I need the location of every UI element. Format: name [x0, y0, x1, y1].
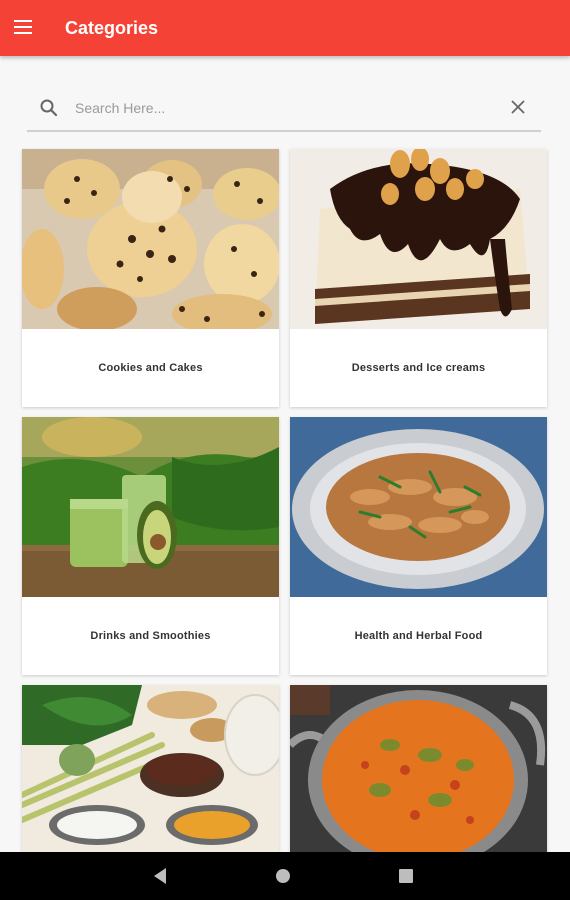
app-bar: Categories	[0, 0, 570, 56]
search-icon[interactable]	[39, 98, 59, 118]
category-label: Drinks and Smoothies	[90, 630, 211, 642]
category-card-cookies-and-cakes[interactable]: Cookies and Cakes	[22, 149, 279, 407]
home-circle-icon[interactable]	[276, 869, 290, 883]
herbs-image	[22, 685, 279, 865]
close-icon[interactable]	[511, 100, 525, 114]
drinks-image	[22, 417, 279, 597]
hamburger-menu-icon[interactable]	[14, 20, 32, 34]
desserts-image	[290, 149, 547, 329]
category-card-drinks-and-smoothies[interactable]: Drinks and Smoothies	[22, 417, 279, 675]
category-label: Health and Herbal Food	[354, 630, 483, 642]
category-card-desserts-and-ice-creams[interactable]: Desserts and Ice creams	[290, 149, 547, 407]
back-triangle-icon[interactable]	[152, 867, 168, 885]
category-label: Cookies and Cakes	[98, 362, 203, 374]
system-nav-bar	[0, 852, 570, 900]
category-card-health-and-herbal-food[interactable]: Health and Herbal Food	[290, 417, 547, 675]
health-food-image	[290, 417, 547, 597]
recents-square-icon[interactable]	[399, 869, 413, 883]
page-title: Categories	[65, 18, 159, 38]
cookies-cakes-image	[22, 149, 279, 329]
search-input[interactable]	[73, 96, 497, 120]
search-bar	[27, 86, 541, 132]
curry-image	[290, 685, 547, 865]
category-label: Desserts and Ice creams	[351, 362, 486, 374]
app-screen: Categories Search Here... Cookies and Ca…	[0, 0, 570, 900]
